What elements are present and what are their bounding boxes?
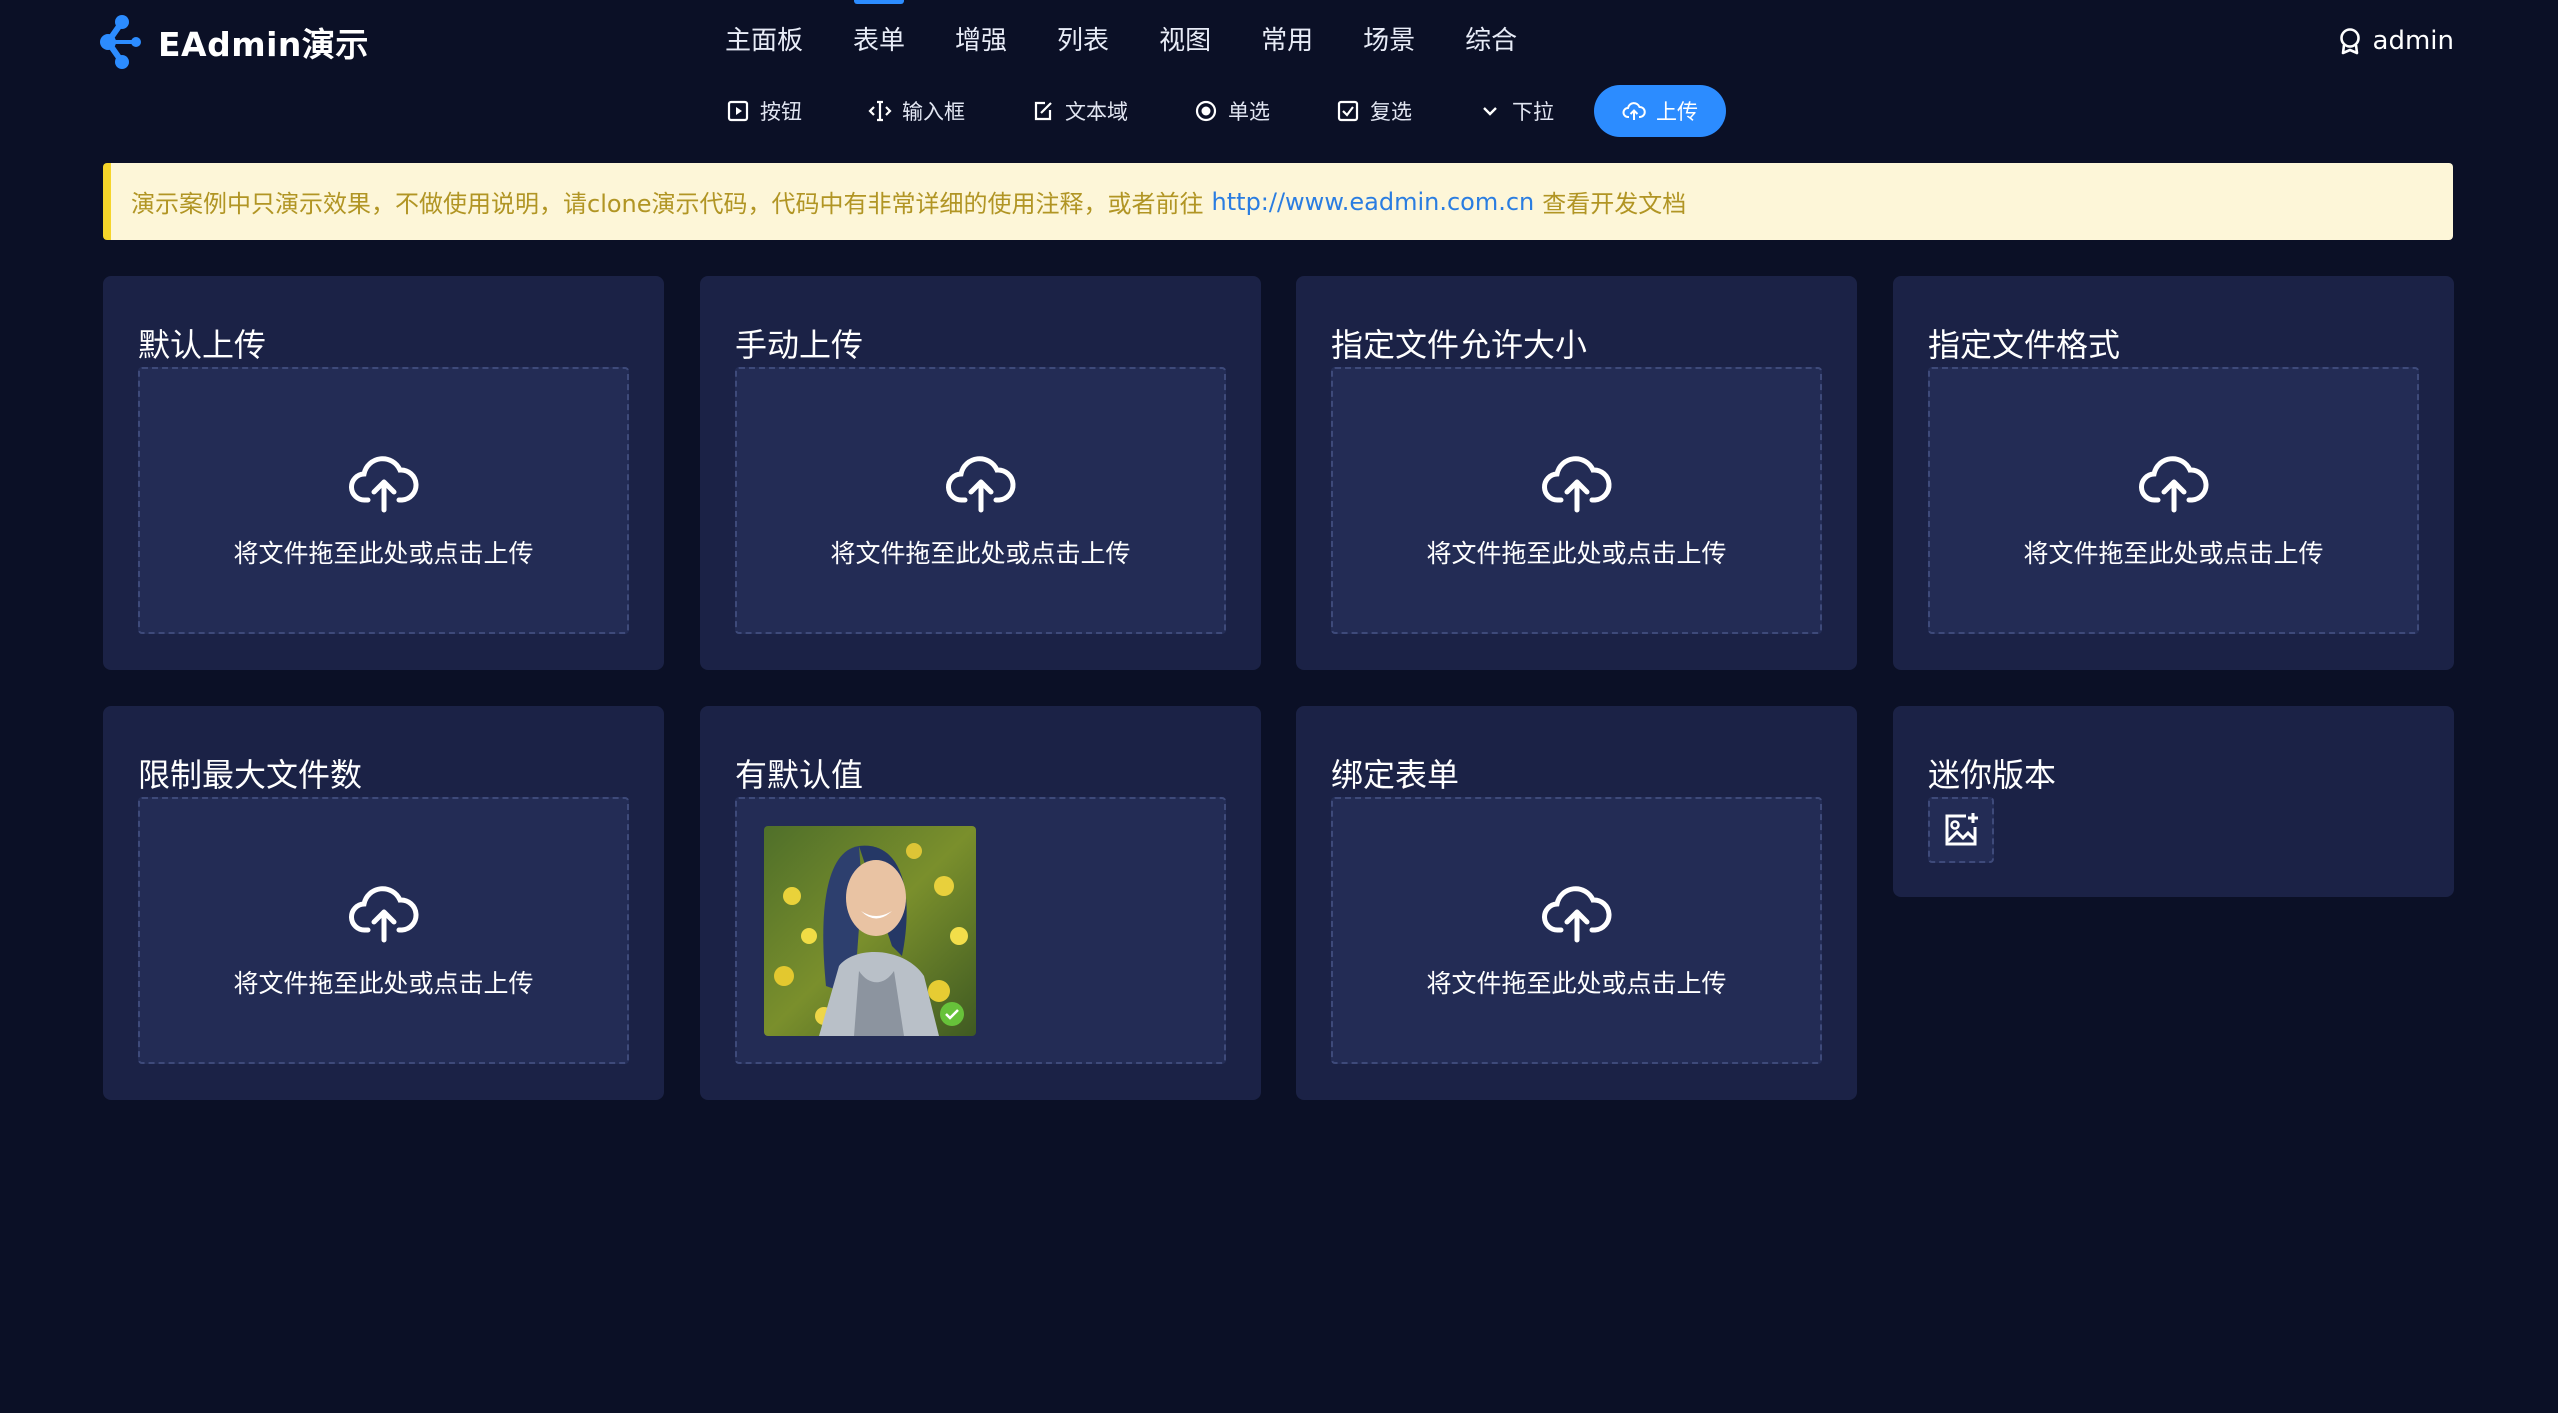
radio-icon (1195, 100, 1217, 122)
user-menu[interactable]: admin (2337, 0, 2454, 82)
cloud-upload-icon (1541, 886, 1612, 943)
card-default-value-upload: 有默认值 (700, 706, 1261, 1100)
portrait-photo (764, 826, 976, 1036)
cloud-upload-icon (1541, 456, 1612, 513)
card-manual-upload: 手动上传 将文件拖至此处或点击上传 (700, 276, 1261, 670)
cloud-upload-icon (348, 456, 419, 513)
upload-dropzone[interactable]: 将文件拖至此处或点击上传 (735, 367, 1226, 634)
subnav-textarea[interactable]: 文本域 (1005, 85, 1154, 137)
upload-hint: 将文件拖至此处或点击上传 (1426, 969, 1727, 998)
upload-hint: 将文件拖至此处或点击上传 (1426, 539, 1727, 568)
app-title: EAdmin演示 (158, 25, 369, 64)
card-default-upload: 默认上传 将文件拖至此处或点击上传 (103, 276, 664, 670)
card-title: 手动上传 (735, 326, 864, 364)
sub-nav: 按钮 输入框 文本域 单选 复选 下拉 上传 (700, 84, 1726, 138)
subnav-button[interactable]: 按钮 (700, 85, 828, 137)
subnav-input[interactable]: 输入框 (842, 85, 991, 137)
card-max-files-upload: 限制最大文件数 将文件拖至此处或点击上传 (103, 706, 664, 1100)
cloud-upload-icon (1622, 102, 1646, 120)
upload-hint: 将文件拖至此处或点击上传 (830, 539, 1131, 568)
image-add-icon (1945, 813, 1978, 846)
subnav-checkbox[interactable]: 复选 (1310, 85, 1438, 137)
chevron-down-icon (1483, 107, 1497, 116)
subnav-textarea-label: 文本域 (1065, 100, 1128, 124)
card-title: 指定文件格式 (1928, 326, 2121, 364)
upload-dropzone[interactable] (735, 797, 1226, 1064)
upload-dropzone[interactable]: 将文件拖至此处或点击上传 (1331, 367, 1822, 634)
upload-hint: 将文件拖至此处或点击上传 (2023, 539, 2324, 568)
upload-hint: 将文件拖至此处或点击上传 (233, 969, 534, 998)
subnav-button-label: 按钮 (760, 100, 802, 124)
nav-view[interactable]: 视图 (1134, 0, 1236, 82)
card-mini-upload: 迷你版本 (1893, 706, 2454, 897)
nav-comprehensive[interactable]: 综合 (1440, 0, 1542, 82)
nav-enhance[interactable]: 增强 (930, 0, 1032, 82)
card-format-upload: 指定文件格式 将文件拖至此处或点击上传 (1893, 276, 2454, 670)
nav-common[interactable]: 常用 (1236, 0, 1338, 82)
notice-banner: 演示案例中只演示效果，不做使用说明，请clone演示代码，代码中有非常详细的使用… (103, 163, 2453, 240)
subnav-select-label: 下拉 (1512, 100, 1554, 124)
top-bar: EAdmin演示 主面板 表单 增强 列表 视图 常用 场景 综合 admin (0, 0, 2558, 82)
upload-dropzone[interactable]: 将文件拖至此处或点击上传 (138, 367, 629, 634)
notice-text: 演示案例中只演示效果，不做使用说明，请clone演示代码，代码中有非常详细的使用… (131, 190, 1204, 218)
logo-icon (100, 15, 141, 69)
card-bind-form-upload: 绑定表单 将文件拖至此处或点击上传 (1296, 706, 1857, 1100)
subnav-upload-label: 上传 (1656, 100, 1698, 124)
subnav-input-label: 输入框 (902, 100, 965, 124)
card-title: 有默认值 (735, 756, 864, 794)
upload-dropzone[interactable]: 将文件拖至此处或点击上传 (1331, 797, 1822, 1064)
nav-list[interactable]: 列表 (1032, 0, 1134, 82)
card-size-limit-upload: 指定文件允许大小 将文件拖至此处或点击上传 (1296, 276, 1857, 670)
nav-scene[interactable]: 场景 (1338, 0, 1440, 82)
card-title: 指定文件允许大小 (1331, 326, 1588, 364)
app-logo[interactable]: EAdmin演示 (100, 14, 369, 70)
subnav-select[interactable]: 下拉 (1452, 85, 1580, 137)
notice-link[interactable]: http://www.eadmin.com.cn (1212, 188, 1535, 216)
card-title: 绑定表单 (1331, 756, 1460, 794)
main-nav: 主面板 表单 增强 列表 视图 常用 场景 综合 (700, 0, 1542, 82)
subnav-radio-label: 单选 (1228, 100, 1270, 124)
input-cursor-icon (868, 100, 892, 122)
notice-text-after: 查看开发文档 (1542, 190, 1687, 218)
uploaded-image-thumbnail[interactable] (764, 826, 976, 1036)
card-title: 迷你版本 (1928, 756, 2057, 794)
card-title: 默认上传 (138, 326, 267, 364)
card-title: 限制最大文件数 (138, 756, 363, 794)
upload-dropzone[interactable]: 将文件拖至此处或点击上传 (1928, 367, 2419, 634)
mini-upload-button[interactable] (1928, 797, 1994, 863)
user-icon (2339, 28, 2360, 55)
play-square-icon (727, 100, 749, 122)
nav-form[interactable]: 表单 (828, 0, 930, 82)
user-name: admin (2372, 26, 2454, 56)
subnav-radio[interactable]: 单选 (1168, 85, 1296, 137)
edit-form-icon (1034, 101, 1052, 121)
cloud-upload-icon (348, 886, 419, 943)
checkbox-icon (1337, 100, 1359, 122)
upload-dropzone[interactable]: 将文件拖至此处或点击上传 (138, 797, 629, 1064)
nav-dashboard[interactable]: 主面板 (700, 0, 828, 82)
cloud-upload-icon (2138, 456, 2209, 513)
subnav-upload[interactable]: 上传 (1594, 85, 1726, 137)
subnav-checkbox-label: 复选 (1370, 100, 1412, 124)
cloud-upload-icon (945, 456, 1016, 513)
upload-hint: 将文件拖至此处或点击上传 (233, 539, 534, 568)
